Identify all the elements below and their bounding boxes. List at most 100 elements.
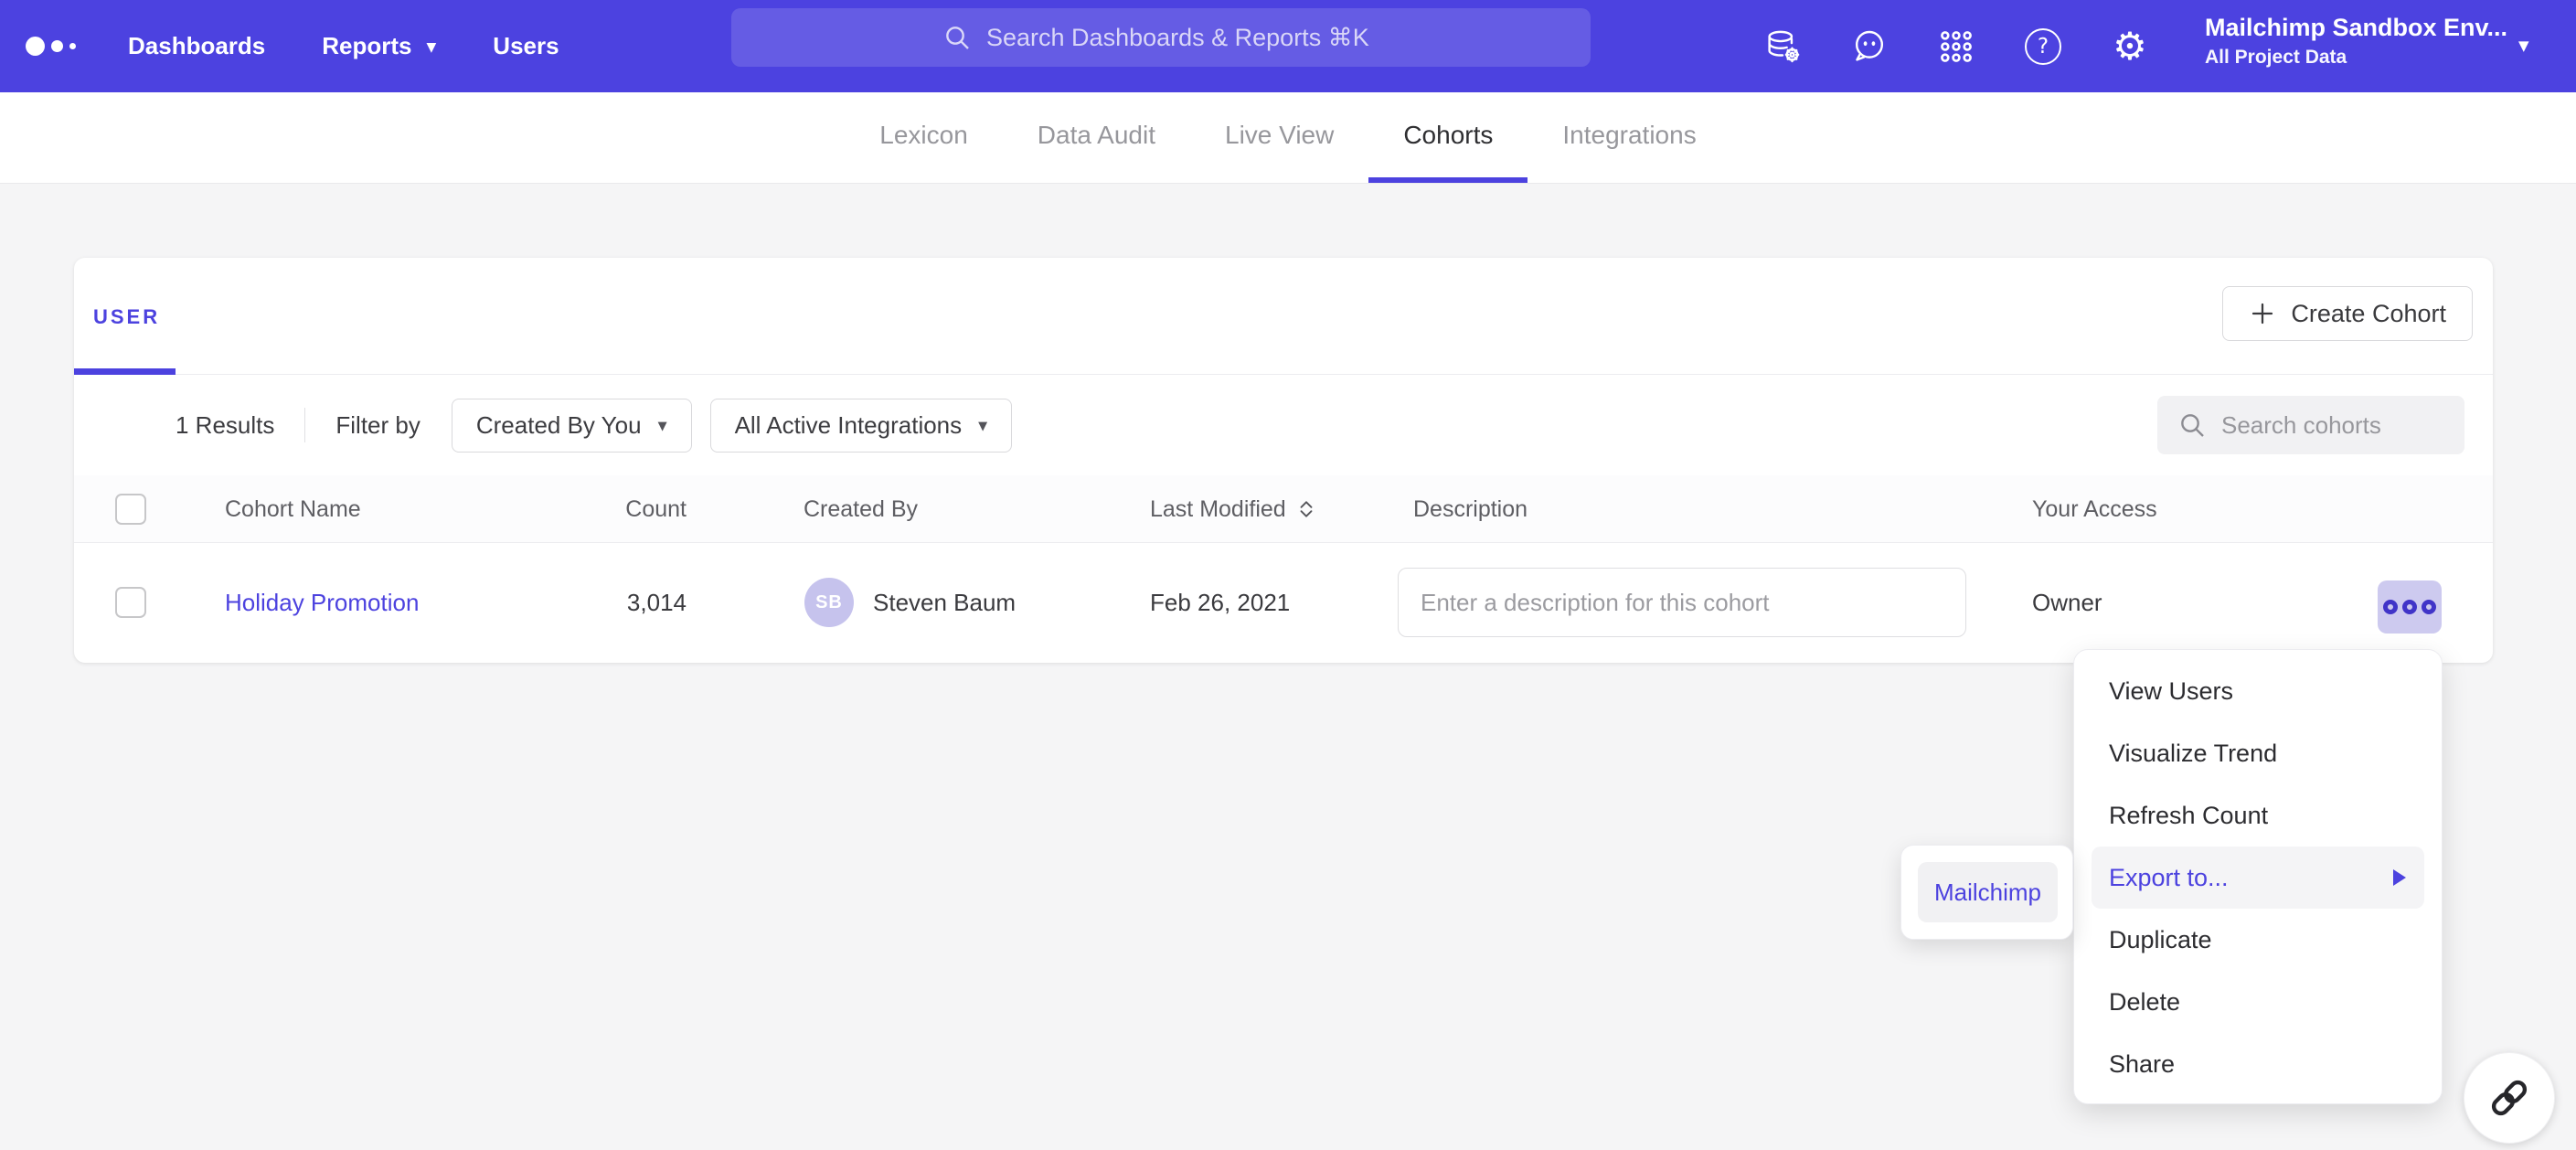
row-overflow-menu-button[interactable] — [2378, 580, 2442, 634]
chevron-down-icon: ▼ — [658, 420, 667, 433]
tab-integrations[interactable]: Integrations — [1528, 92, 1730, 183]
database-gear-icon — [1763, 27, 1802, 66]
row-checkbox[interactable] — [115, 587, 146, 618]
logo-dot-large — [26, 37, 45, 56]
filter-toolbar: 1 Results Filter by Created By You ▼ All… — [74, 375, 2493, 475]
menu-item-label: Refresh Count — [2109, 802, 2268, 830]
mixpanel-logo[interactable] — [26, 0, 76, 92]
table-header-row: Cohort Name Count Created By Last Modifi… — [74, 475, 2493, 543]
header-created-by: Created By — [804, 475, 918, 543]
row-context-menu: View Users Visualize Trend Refresh Count… — [2073, 649, 2443, 1104]
cohort-search-box[interactable] — [2157, 396, 2464, 454]
tab-label: Cohorts — [1403, 121, 1493, 150]
menu-item-duplicate[interactable]: Duplicate — [2074, 909, 2442, 971]
menu-item-view-users[interactable]: View Users — [2074, 660, 2442, 722]
menu-item-label: Share — [2109, 1050, 2175, 1079]
nav-item-reports[interactable]: Reports ▼ — [322, 32, 436, 60]
tab-lexicon[interactable]: Lexicon — [845, 92, 1003, 183]
avatar-initials: SB — [815, 592, 843, 613]
nav-item-users[interactable]: Users — [493, 32, 559, 60]
top-nav-bar: Dashboards Reports ▼ Users — [0, 0, 2576, 92]
header-label: Last Modified — [1150, 496, 1286, 523]
global-search-bar[interactable] — [731, 8, 1591, 67]
ellipsis-icon — [2402, 600, 2417, 614]
divider — [304, 408, 305, 442]
help-icon: ? — [2025, 28, 2061, 65]
link-icon — [2487, 1076, 2531, 1120]
description-input[interactable] — [1398, 568, 1966, 637]
menu-item-share[interactable]: Share — [2074, 1033, 2442, 1095]
menu-item-label: View Users — [2109, 677, 2233, 706]
tab-label: Integrations — [1562, 121, 1696, 150]
sort-icon — [1297, 499, 1315, 519]
menu-item-delete[interactable]: Delete — [2074, 971, 2442, 1033]
created-by-name: Steven Baum — [873, 543, 1016, 663]
header-your-access: Your Access — [2032, 475, 2157, 543]
nav-item-label: Reports — [322, 32, 411, 60]
help-button[interactable]: ? — [2023, 27, 2063, 67]
filter-value: Created By You — [476, 411, 642, 440]
search-icon — [2177, 410, 2207, 440]
cohort-name-link[interactable]: Holiday Promotion — [225, 589, 419, 617]
nav-item-label: Users — [493, 32, 559, 60]
nav-item-dashboards[interactable]: Dashboards — [128, 32, 265, 60]
global-search-input[interactable] — [986, 24, 1379, 52]
project-selector[interactable]: Mailchimp Sandbox Env... All Project Dat… — [2205, 14, 2507, 69]
logo-dot-small — [69, 43, 76, 49]
gear-icon: ⚙ — [2113, 27, 2147, 66]
project-name: Mailchimp Sandbox Env... — [2205, 14, 2507, 42]
question-mark-glyph: ? — [2038, 35, 2049, 59]
tab-label: Data Audit — [1038, 121, 1155, 150]
submenu-item-mailchimp[interactable]: Mailchimp — [1918, 862, 2058, 922]
menu-item-label: Duplicate — [2109, 926, 2212, 954]
menu-item-visualize-trend[interactable]: Visualize Trend — [2074, 722, 2442, 784]
tab-data-audit[interactable]: Data Audit — [1003, 92, 1190, 183]
menu-item-label: Visualize Trend — [2109, 740, 2277, 768]
tab-cohorts[interactable]: Cohorts — [1368, 92, 1528, 183]
apps-grid-icon — [1937, 27, 1975, 66]
filter-by-label: Filter by — [335, 411, 420, 440]
filter-value: All Active Integrations — [735, 411, 963, 440]
feedback-button[interactable] — [1849, 27, 1889, 67]
user-tab-label: USER — [93, 305, 160, 329]
copy-link-floating-button[interactable] — [2464, 1052, 2555, 1144]
data-management-button[interactable] — [1762, 27, 1803, 67]
submenu-item-label: Mailchimp — [1934, 878, 2041, 907]
select-all-checkbox[interactable] — [115, 494, 146, 525]
cohort-search-input[interactable] — [2221, 411, 2441, 440]
project-subtitle: All Project Data — [2205, 47, 2507, 69]
avatar: SB — [804, 578, 854, 627]
submenu-arrow-icon — [2393, 869, 2406, 886]
integrations-filter-dropdown[interactable]: All Active Integrations ▼ — [710, 399, 1013, 453]
export-submenu: Mailchimp — [1900, 845, 2073, 940]
plus-icon — [2249, 300, 2276, 327]
header-description: Description — [1413, 475, 1528, 543]
tab-user-cohorts[interactable]: USER — [74, 258, 220, 375]
menu-item-refresh-count[interactable]: Refresh Count — [2074, 784, 2442, 847]
nav-icon-cluster: ? ⚙ — [1762, 0, 2150, 92]
create-cohort-button[interactable]: Create Cohort — [2222, 286, 2473, 341]
apps-grid-button[interactable] — [1936, 27, 1976, 67]
feedback-bubble-icon — [1850, 27, 1889, 66]
tab-label: Lexicon — [879, 121, 968, 150]
results-count: 1 Results — [176, 411, 274, 440]
ellipsis-icon — [2422, 600, 2436, 614]
cohorts-panel: USER Create Cohort 1 Results Filter by C… — [74, 258, 2493, 663]
settings-button[interactable]: ⚙ — [2110, 27, 2150, 67]
chevron-down-icon[interactable]: ▼ — [2518, 37, 2529, 54]
chevron-down-icon: ▼ — [978, 420, 987, 433]
chevron-down-icon: ▼ — [427, 40, 437, 55]
logo-dot-medium — [51, 40, 63, 52]
cohort-count: 3,014 — [513, 543, 687, 663]
created-by-filter-dropdown[interactable]: Created By You ▼ — [452, 399, 692, 453]
tab-live-view[interactable]: Live View — [1190, 92, 1368, 183]
header-last-modified[interactable]: Last Modified — [1150, 475, 1315, 543]
menu-item-export-to[interactable]: Export to... — [2092, 847, 2424, 909]
tab-label: Live View — [1225, 121, 1334, 150]
header-count: Count — [513, 475, 687, 543]
active-tab-underline — [74, 368, 176, 375]
header-cohort-name: Cohort Name — [225, 475, 361, 543]
table-row: Holiday Promotion 3,014 SB Steven Baum F… — [74, 543, 2493, 663]
menu-item-label: Export to... — [2109, 864, 2229, 892]
last-modified-date: Feb 26, 2021 — [1150, 543, 1290, 663]
